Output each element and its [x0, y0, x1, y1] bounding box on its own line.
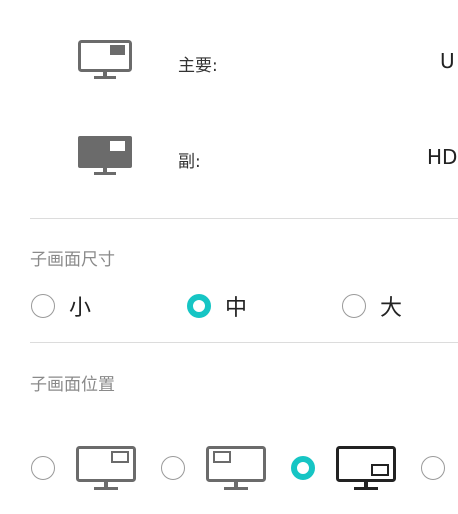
pip-size-option-small[interactable]: 小 — [31, 290, 91, 322]
sub-source-value: HD — [427, 145, 458, 169]
radio-button-selected[interactable] — [187, 294, 211, 318]
divider — [30, 342, 458, 343]
pip-position-radio-bottom-right[interactable] — [291, 456, 315, 480]
pip-size-label-medium: 中 — [225, 296, 248, 321]
main-source-label: 主要: — [178, 56, 218, 76]
pip-size-label-small: 小 — [69, 296, 92, 321]
pip-size-label-large: 大 — [380, 296, 403, 321]
main-source-monitor-icon — [78, 40, 132, 80]
monitor-pip-top-right-icon[interactable] — [76, 446, 136, 492]
pip-position-radio-bottom-left[interactable] — [421, 456, 445, 480]
pip-position-radio-top-left[interactable] — [161, 456, 185, 480]
monitor-pip-top-left-icon[interactable] — [206, 446, 266, 492]
pip-position-title: 子画面位置 — [30, 375, 115, 395]
sub-source-monitor-icon — [78, 136, 132, 176]
pip-position-radio-top-right[interactable] — [31, 456, 55, 480]
divider — [30, 218, 458, 219]
radio-button[interactable] — [31, 294, 55, 318]
monitor-pip-bottom-right-icon[interactable] — [336, 446, 396, 492]
main-source-value: U — [440, 49, 455, 73]
sub-source-label: 副: — [178, 152, 201, 172]
pip-size-title: 子画面尺寸 — [30, 250, 115, 270]
radio-button[interactable] — [342, 294, 366, 318]
pip-size-option-medium[interactable]: 中 — [187, 290, 247, 322]
pip-size-option-large[interactable]: 大 — [342, 290, 402, 322]
